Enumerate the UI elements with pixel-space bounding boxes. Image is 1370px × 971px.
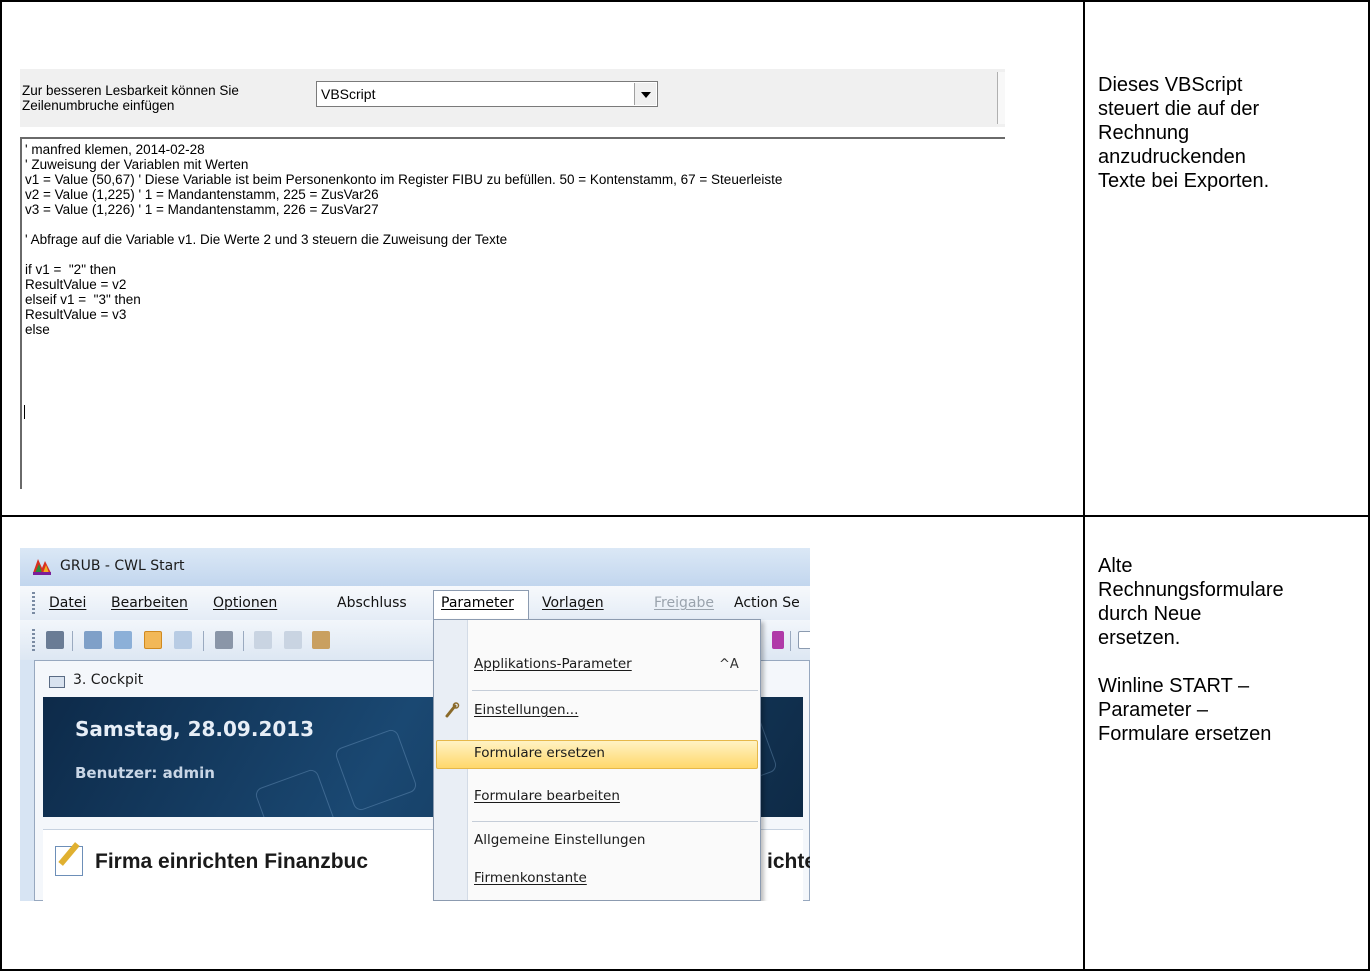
description-line: Dieses VBScript: [1098, 74, 1243, 96]
cut-icon[interactable]: [254, 631, 272, 649]
menu-item-applikations-parameter[interactable]: Applikations-Parameter: [474, 656, 632, 672]
description-formulare: Alte Rechnungsformulare durch Neue erset…: [1098, 554, 1360, 746]
toolbar-separator: [790, 631, 791, 651]
menu-abschluss[interactable]: Abschluss: [337, 595, 407, 611]
window-icon: [49, 676, 65, 688]
task-card-title: Firma einrichten Finanzbuc: [95, 850, 369, 873]
menu-item-formulare-ersetzen[interactable]: Formulare ersetzen: [474, 745, 605, 761]
menu-separator: [472, 821, 758, 822]
cockpit-title: 3. Cockpit: [73, 672, 144, 688]
toolbar-separator: [203, 631, 204, 651]
toolbar-separator: [72, 631, 73, 651]
description-line: Parameter –: [1098, 699, 1209, 721]
toolbar-separator: [243, 631, 244, 651]
copy-icon[interactable]: [284, 631, 302, 649]
line-break-hint: Zur besseren Lesbarkeit können Sie Zeile…: [22, 83, 307, 113]
keyboard-key-decoration: [333, 727, 419, 813]
text-caret: [24, 405, 25, 419]
menu-bar: Datei Bearbeiten Optionen Abschluss Para…: [20, 586, 810, 621]
menu-item-shortcut: ^A: [719, 657, 739, 672]
editor-toolbar: Zur besseren Lesbarkeit können Sie Zeile…: [20, 69, 1005, 127]
cockpit-date: Samstag, 28.09.2013: [75, 717, 315, 741]
menu-item-allgemeine-einstellungen[interactable]: Allgemeine Einstellungen: [474, 832, 646, 848]
description-line: Alte: [1098, 555, 1133, 577]
toolbar-combo[interactable]: [798, 631, 810, 649]
menu-parameter[interactable]: Parameter: [433, 590, 529, 620]
window-title: GRUB - CWL Start: [60, 558, 185, 574]
chevron-down-icon[interactable]: [634, 83, 656, 105]
description-line: ersetzen.: [1098, 627, 1181, 649]
menu-item-formulare-bearbeiten[interactable]: Formulare bearbeiten: [474, 788, 620, 804]
menu-item-firmenkonstante[interactable]: Firmenkonstante: [474, 870, 587, 886]
module-icon[interactable]: [772, 631, 784, 649]
description-line: steuert die auf der: [1098, 98, 1260, 120]
menu-vorlagen[interactable]: Vorlagen: [542, 595, 604, 611]
edit-note-icon: [55, 846, 83, 876]
cockpit-user: Benutzer: admin: [75, 764, 215, 782]
menu-bearbeiten[interactable]: Bearbeiten: [111, 595, 188, 611]
vbscript-editor-screenshot: Zur besseren Lesbarkeit können Sie Zeile…: [20, 69, 1005, 489]
window-arrange-icon[interactable]: [114, 631, 132, 649]
description-line: Texte bei Exporten.: [1098, 170, 1270, 192]
code-editor[interactable]: ' manfred klemen, 2014-02-28 ' Zuweisung…: [20, 137, 1005, 489]
description-line: Rechnungsformulare: [1098, 579, 1284, 601]
print-icon[interactable]: [46, 631, 64, 649]
description-line: anzudruckenden: [1098, 146, 1246, 168]
description-line: durch Neue: [1098, 603, 1202, 625]
window-icon[interactable]: [84, 631, 102, 649]
table-left-border: [0, 0, 2, 971]
menu-separator: [472, 690, 758, 691]
description-line: Rechnung: [1098, 122, 1190, 144]
table-column-divider: [1083, 0, 1085, 971]
menu-optionen[interactable]: Optionen: [213, 595, 277, 611]
calculator-icon[interactable]: [215, 631, 233, 649]
menubar-grip-icon: [32, 592, 35, 614]
menu-action[interactable]: Action Se: [734, 595, 800, 611]
hint-line-1: Zur besseren Lesbarkeit können Sie: [22, 83, 239, 98]
document-table: Zur besseren Lesbarkeit können Sie Zeile…: [0, 0, 1370, 971]
description-line: Winline START –: [1098, 675, 1250, 697]
paste-icon[interactable]: [312, 631, 330, 649]
window-titlebar: GRUB - CWL Start: [20, 548, 810, 586]
toolbar-button-edge: [997, 72, 1005, 124]
hint-line-2: Zeilenumbruche einfügen: [22, 98, 175, 113]
menu-freigabe[interactable]: Freigabe: [654, 595, 714, 611]
parameter-dropdown-menu: Applikations-Parameter ^A Einstellungen.…: [433, 619, 761, 901]
script-language-select[interactable]: VBScript: [316, 81, 658, 107]
wrench-icon: [445, 702, 460, 718]
window-active-icon[interactable]: [144, 631, 162, 649]
window-copy-icon[interactable]: [174, 631, 192, 649]
winline-screenshot: GRUB - CWL Start Datei Bearbeiten Option…: [20, 548, 810, 901]
menu-datei[interactable]: Datei: [49, 595, 86, 611]
keyboard-key-decoration: [253, 767, 339, 817]
menu-item-einstellungen[interactable]: Einstellungen...: [474, 702, 578, 718]
task-card-title-cut: ichte: [767, 850, 810, 873]
app-logo-icon: [33, 559, 51, 575]
toolbar-grip-icon: [32, 629, 35, 651]
description-vbscript: Dieses VBScript steuert die auf der Rech…: [1098, 73, 1360, 193]
script-language-value: VBScript: [321, 86, 376, 102]
menu-parameter-label: Parameter: [441, 595, 514, 611]
vbscript-code: ' manfred klemen, 2014-02-28 ' Zuweisung…: [25, 142, 783, 337]
table-top-border: [0, 0, 1370, 2]
description-line: Formulare ersetzen: [1098, 723, 1272, 745]
table-middle-border: [0, 515, 1370, 517]
